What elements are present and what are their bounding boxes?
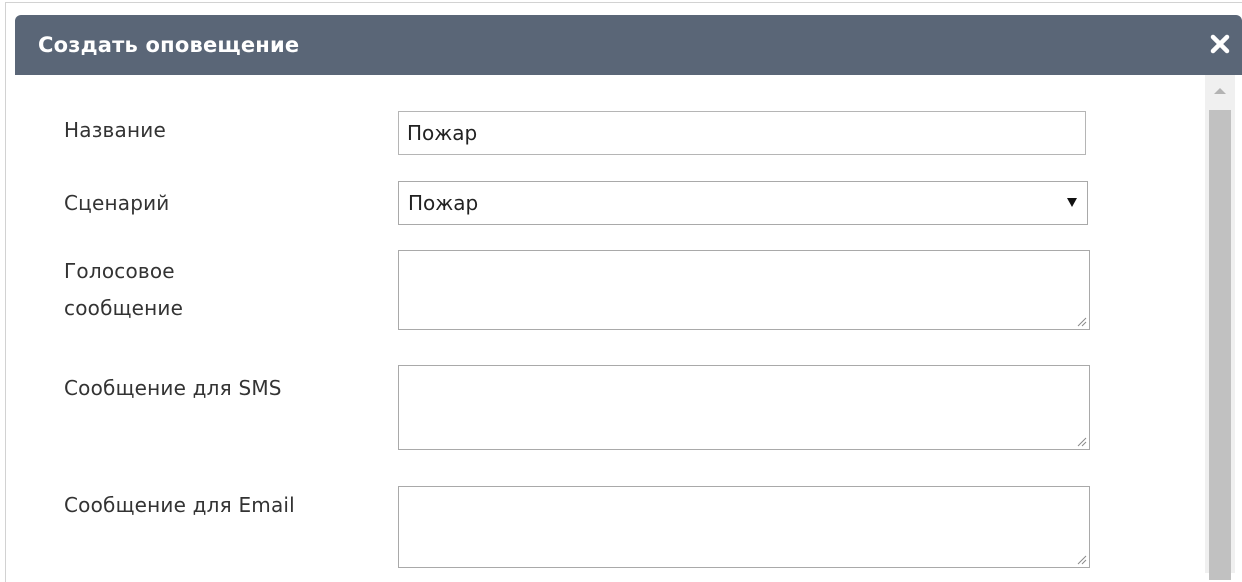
voice-message-textarea[interactable]	[398, 250, 1090, 330]
dialog-header: Создать оповещение	[15, 15, 1242, 75]
scenario-select[interactable]: Пожар	[398, 181, 1088, 225]
close-icon-glyph	[1210, 34, 1230, 54]
name-label: Название	[64, 118, 166, 142]
name-input[interactable]	[398, 111, 1086, 155]
scroll-up-arrow-icon[interactable]	[1214, 88, 1226, 94]
sms-message-textarea[interactable]	[398, 365, 1090, 450]
close-icon[interactable]	[1208, 32, 1232, 56]
sms-label: Сообщение для SMS	[64, 376, 282, 400]
resize-grip-icon[interactable]	[1077, 317, 1087, 327]
email-label: Сообщение для Email	[64, 493, 295, 517]
scrollbar-thumb[interactable]	[1209, 110, 1231, 580]
resize-grip-icon[interactable]	[1077, 555, 1087, 565]
voice-label-line2: сообщение	[64, 296, 184, 320]
dialog-title: Создать оповещение	[38, 33, 300, 57]
vertical-scrollbar[interactable]	[1205, 75, 1235, 580]
voice-label-line1: Голосовое	[64, 259, 175, 283]
email-message-textarea[interactable]	[398, 486, 1090, 568]
chevron-down-icon	[1067, 198, 1077, 207]
resize-grip-icon[interactable]	[1077, 437, 1087, 447]
scenario-select-value: Пожар	[408, 191, 479, 215]
scenario-label: Сценарий	[64, 191, 170, 215]
